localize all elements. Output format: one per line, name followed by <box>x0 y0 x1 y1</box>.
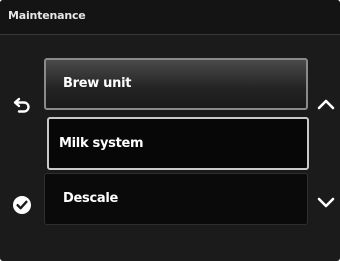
menu-item-milk-system[interactable]: Milk system <box>47 117 309 170</box>
menu-item-label: Descale <box>63 191 118 206</box>
menu-item-descale[interactable]: Descale <box>44 173 308 225</box>
page-title: Maintenance <box>8 9 86 22</box>
chevron-up-icon[interactable] <box>316 96 336 112</box>
back-arrow-icon[interactable] <box>13 95 33 115</box>
chevron-down-icon[interactable] <box>316 195 336 211</box>
maintenance-screen: Maintenance Brew unit Milk system Descal… <box>0 0 340 261</box>
menu-item-brew-unit[interactable]: Brew unit <box>44 58 308 110</box>
checkmark-icon[interactable] <box>12 195 32 215</box>
header-bar: Maintenance <box>0 0 340 35</box>
menu-item-label: Milk system <box>59 136 144 151</box>
menu-item-label: Brew unit <box>63 76 132 91</box>
